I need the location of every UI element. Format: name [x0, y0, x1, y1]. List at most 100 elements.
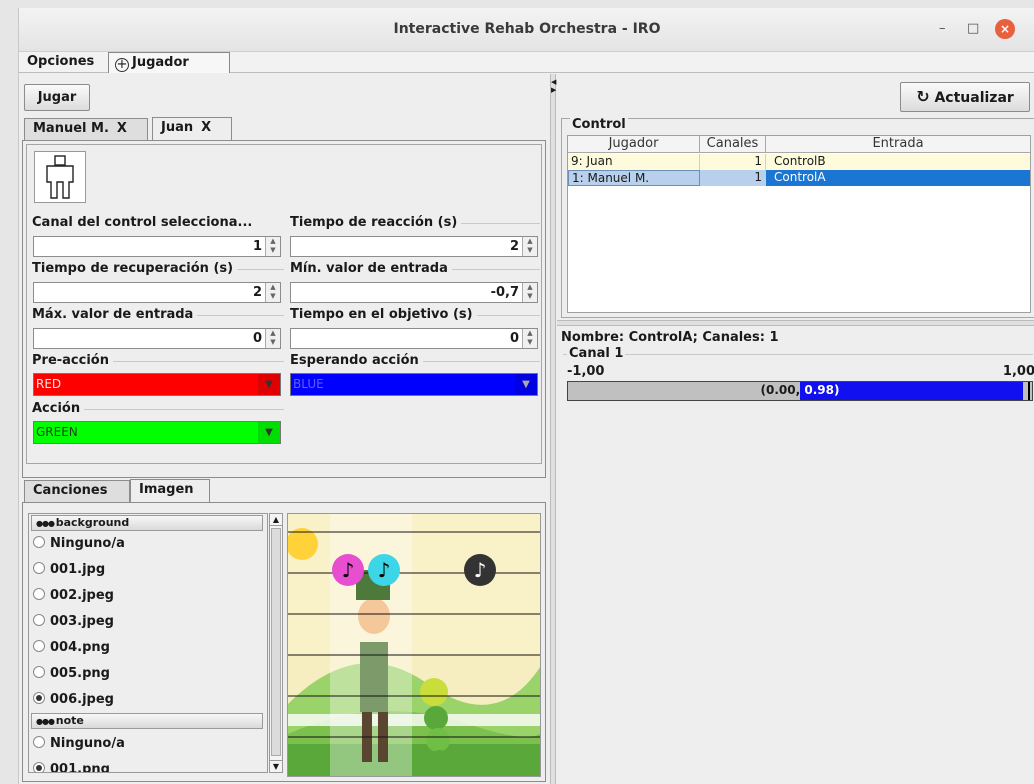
actualizar-button[interactable]: ↻ Actualizar — [900, 82, 1030, 112]
list-item[interactable]: 006.jpeg — [33, 688, 114, 712]
scroll-down-icon[interactable]: ▼ — [270, 760, 282, 772]
level-bar: (0.00, 0.98) — [567, 381, 1033, 401]
esperando-select[interactable]: BLUE ▼ — [290, 373, 538, 396]
esperando-group: Esperando acción BLUE ▼ — [290, 353, 540, 401]
scroll-thumb[interactable] — [271, 528, 281, 756]
radio-button-icon[interactable] — [33, 536, 45, 548]
music-note-icon: ♪ — [368, 554, 400, 586]
radio-button-icon[interactable] — [33, 666, 45, 678]
image-list: ●●● background Ninguno/a 001.jpg 002.jpeg 0… — [28, 513, 268, 773]
list-item[interactable]: 002.jpeg — [33, 584, 114, 608]
range-min-label: -1,00 — [567, 364, 605, 379]
list-item[interactable]: 001.png — [33, 758, 110, 772]
music-note-icon: ♪ — [464, 554, 496, 586]
group-border — [563, 354, 1033, 355]
recuperacion-group: Tiempo de recuperación (s) 2 ▲ ▼ — [32, 261, 284, 307]
list-item-label: 005.png — [50, 666, 110, 681]
scroll-up-icon[interactable]: ▲ — [270, 514, 282, 526]
split-divider[interactable]: ◀ ▶ — [550, 74, 556, 784]
min-entrada-spinner[interactable]: -0,7 ▲ ▼ — [290, 282, 538, 303]
pre-accion-label: Pre-acción — [32, 353, 113, 368]
list-item[interactable]: Ninguno/a — [33, 732, 125, 756]
avatar — [34, 151, 86, 203]
app-window: Interactive Rehab Orchestra - IRO – □ × … — [18, 8, 1034, 784]
radio-button-icon[interactable] — [33, 614, 45, 626]
note-section-header[interactable]: ●●● note — [31, 713, 263, 729]
accion-value: GREEN — [36, 425, 78, 439]
maximize-button[interactable]: □ — [967, 21, 979, 36]
spinner-arrows-icon[interactable]: ▲ ▼ — [265, 237, 280, 256]
radio-button-icon[interactable] — [33, 588, 45, 600]
close-tab-icon[interactable]: X — [117, 121, 127, 136]
radio-button-icon[interactable] — [33, 562, 45, 574]
cell-canales: 1 — [700, 170, 766, 186]
tab-canciones[interactable]: Canciones — [24, 480, 130, 502]
reaccion-spinner[interactable]: 2 ▲ ▼ — [290, 236, 538, 257]
spinner-arrows-icon[interactable]: ▲ ▼ — [265, 329, 280, 348]
radio-button-icon[interactable] — [33, 640, 45, 652]
radio-button-icon[interactable] — [33, 692, 45, 704]
canal-spinner[interactable]: 1 ▲ ▼ — [33, 236, 281, 257]
close-button[interactable]: × — [995, 19, 1015, 39]
tab-imagen[interactable]: Imagen — [130, 479, 210, 502]
background-section-header[interactable]: ●●● background — [31, 515, 263, 531]
cell-entrada: ControlA — [766, 170, 1030, 186]
background-header-label: background — [55, 516, 130, 529]
tab-player-label: Manuel M. — [33, 121, 109, 136]
list-item[interactable]: 003.jpeg — [33, 610, 114, 634]
list-item[interactable]: 004.png — [33, 636, 110, 660]
level-bar-text-left: (0.00, — [760, 383, 801, 397]
window-title: Interactive Rehab Orchestra - IRO — [393, 21, 661, 37]
control-table: Jugador Canales Entrada 9: Juan 1 Contro… — [567, 135, 1031, 313]
list-item[interactable]: Ninguno/a — [33, 532, 125, 556]
canal-value: 1 — [252, 239, 262, 254]
minimize-button[interactable]: – — [939, 21, 946, 36]
reaccion-value: 2 — [509, 239, 519, 254]
jugar-button[interactable]: Jugar — [24, 84, 90, 111]
list-scrollbar[interactable]: ▲ ▼ — [269, 513, 283, 773]
max-entrada-value: 0 — [252, 331, 262, 346]
menu-jugador[interactable]: + Jugador — [108, 52, 230, 73]
cell-jugador: 1: Manuel M. — [568, 170, 700, 186]
recuperacion-label: Tiempo de recuperación (s) — [32, 261, 238, 276]
objetivo-spinner[interactable]: 0 ▲ ▼ — [290, 328, 538, 349]
cell-entrada: ControlB — [774, 154, 826, 168]
menu-opciones[interactable]: Opciones — [21, 52, 100, 73]
radio-button-icon[interactable] — [33, 762, 45, 772]
column-header-entrada[interactable]: Entrada — [766, 136, 1030, 153]
max-entrada-spinner[interactable]: 0 ▲ ▼ — [33, 328, 281, 349]
spinner-arrows-icon[interactable]: ▲ ▼ — [522, 283, 537, 302]
refresh-icon: ↻ — [916, 87, 930, 106]
dropdown-arrow-icon[interactable]: ▼ — [258, 422, 280, 443]
column-header-canales[interactable]: Canales — [700, 136, 766, 153]
table-row[interactable]: 9: Juan 1 ControlB — [568, 154, 1030, 170]
reaccion-group: Tiempo de reacción (s) 2 ▲ ▼ — [290, 215, 540, 261]
recuperacion-value: 2 — [252, 285, 262, 300]
min-entrada-value: -0,7 — [490, 285, 519, 300]
control-title: Control — [570, 117, 628, 132]
list-item-label: 003.jpeg — [50, 614, 114, 629]
radio-button-icon[interactable] — [33, 736, 45, 748]
reaccion-label: Tiempo de reacción (s) — [290, 215, 462, 230]
spinner-arrows-icon[interactable]: ▲ ▼ — [522, 329, 537, 348]
pre-accion-select[interactable]: RED ▼ — [33, 373, 281, 396]
split-arrows-icon[interactable]: ◀ ▶ — [551, 78, 556, 94]
person-silhouette-icon — [46, 155, 74, 199]
list-item[interactable]: 005.png — [33, 662, 110, 686]
tab-player-manuel[interactable]: Manuel M. X — [24, 118, 148, 140]
spinner-arrows-icon[interactable]: ▲ ▼ — [522, 237, 537, 256]
accion-select[interactable]: GREEN ▼ — [33, 421, 281, 444]
list-item[interactable]: 001.jpg — [33, 558, 105, 582]
tab-player-juan[interactable]: Juan X — [152, 117, 232, 140]
table-row[interactable]: 1: Manuel M. 1 ControlA — [568, 170, 1030, 186]
pre-accion-group: Pre-acción RED ▼ — [32, 353, 284, 401]
spinner-arrows-icon[interactable]: ▲ ▼ — [265, 283, 280, 302]
recuperacion-spinner[interactable]: 2 ▲ ▼ — [33, 282, 281, 303]
level-bar-text: (0.00, 0.98) — [568, 383, 1032, 397]
dropdown-arrow-icon[interactable]: ▼ — [515, 374, 537, 395]
close-tab-icon[interactable]: X — [201, 120, 211, 135]
dropdown-arrow-icon[interactable]: ▼ — [258, 374, 280, 395]
column-header-jugador[interactable]: Jugador — [568, 136, 700, 153]
horizontal-split-divider[interactable] — [557, 320, 1034, 326]
control-group: Control Jugador Canales Entrada 9: Juan … — [561, 117, 1034, 318]
